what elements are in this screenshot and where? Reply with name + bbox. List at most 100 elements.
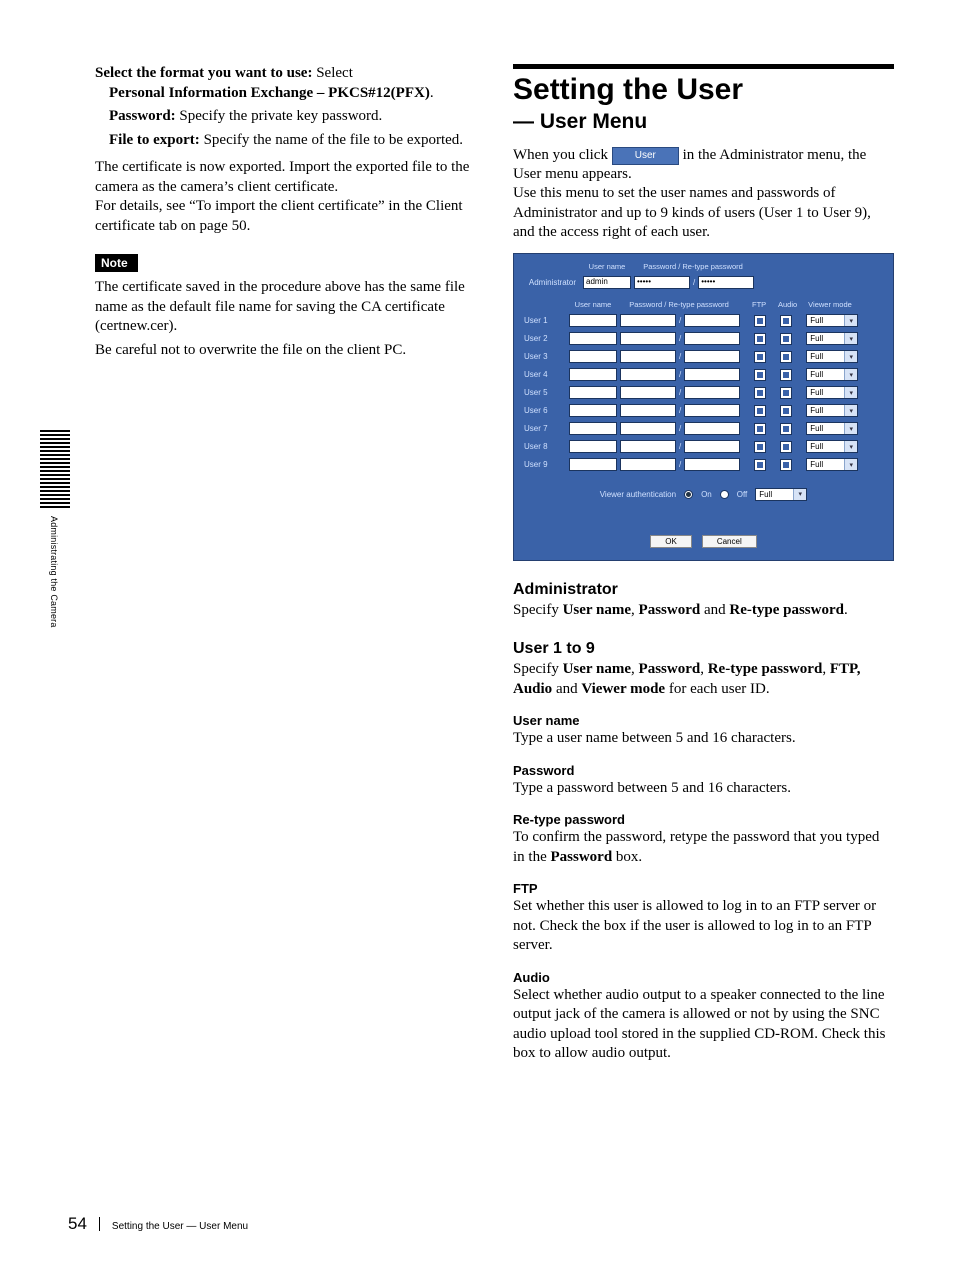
viewer-mode-select[interactable]: Full▾ <box>806 332 858 345</box>
ftp-heading: FTP <box>513 881 894 896</box>
admin-password-input[interactable]: ••••• <box>634 276 690 289</box>
user-menu-panel: User name Password / Re-type password Ad… <box>513 253 894 561</box>
user-row: User 8/Full▾ <box>524 438 883 456</box>
user-password2-input[interactable] <box>684 386 740 399</box>
audio-checkbox[interactable] <box>780 441 792 453</box>
viewer-mode-select[interactable]: Full▾ <box>806 458 858 471</box>
password-heading: Password <box>513 763 894 778</box>
ok-button[interactable]: OK <box>650 535 692 548</box>
audio-checkbox[interactable] <box>780 405 792 417</box>
user-username-input[interactable] <box>569 404 617 417</box>
audio-checkbox[interactable] <box>780 351 792 363</box>
user-password2-input[interactable] <box>684 404 740 417</box>
audio-checkbox[interactable] <box>780 369 792 381</box>
admin-username-input[interactable]: admin <box>583 276 631 289</box>
audio-checkbox[interactable] <box>780 333 792 345</box>
user-username-input[interactable] <box>569 458 617 471</box>
note-para-2: Be careful not to overwrite the file on … <box>95 341 475 361</box>
chevron-down-icon: ▾ <box>844 459 857 470</box>
chevron-down-icon: ▾ <box>844 387 857 398</box>
user-password-input[interactable] <box>620 404 676 417</box>
user-username-input[interactable] <box>569 422 617 435</box>
viewer-auth-mode-select[interactable]: Full ▾ <box>755 488 807 501</box>
viewer-mode-select[interactable]: Full▾ <box>806 386 858 399</box>
side-tab-bars <box>40 430 70 510</box>
user-password2-input[interactable] <box>684 440 740 453</box>
intro-para-2: Use this menu to set the user names and … <box>513 184 894 243</box>
user-password-input[interactable] <box>620 314 676 327</box>
admin-row: Administrator admin ••••• / ••••• <box>524 274 883 292</box>
hdr-username: User name <box>583 262 631 274</box>
user-username-input[interactable] <box>569 368 617 381</box>
note-para-1: The certificate saved in the procedure a… <box>95 278 475 337</box>
chevron-down-icon: ▾ <box>844 351 857 362</box>
audio-checkbox[interactable] <box>780 387 792 399</box>
admin-password2-input[interactable]: ••••• <box>698 276 754 289</box>
hdr-viewer-mode: Viewer mode <box>804 300 856 312</box>
user-password2-input[interactable] <box>684 332 740 345</box>
ftp-checkbox[interactable] <box>754 405 766 417</box>
viewer-auth-on-radio[interactable] <box>684 490 693 499</box>
user-password-input[interactable] <box>620 332 676 345</box>
hdr-audio: Audio <box>778 300 790 312</box>
user-username-input[interactable] <box>569 386 617 399</box>
viewer-mode-select[interactable]: Full▾ <box>806 404 858 417</box>
user-username-input[interactable] <box>569 314 617 327</box>
user-label: User 1 <box>524 316 566 325</box>
see-details-para: For details, see “To import the client c… <box>95 197 475 236</box>
ftp-checkbox[interactable] <box>754 459 766 471</box>
user-row: User 7/Full▾ <box>524 420 883 438</box>
user-row: User 5/Full▾ <box>524 384 883 402</box>
user-password-input[interactable] <box>620 422 676 435</box>
user-username-input[interactable] <box>569 440 617 453</box>
audio-checkbox[interactable] <box>780 459 792 471</box>
user-menu-button[interactable]: User <box>612 147 679 166</box>
page-number: 54 <box>68 1214 87 1234</box>
ftp-checkbox[interactable] <box>754 315 766 327</box>
viewer-auth-row: Viewer authentication On Off Full ▾ <box>524 488 883 501</box>
user-password2-input[interactable] <box>684 422 740 435</box>
user-password-input[interactable] <box>620 440 676 453</box>
username-para: Type a user name between 5 and 16 charac… <box>513 729 894 749</box>
viewer-auth-off-radio[interactable] <box>720 490 729 499</box>
ftp-checkbox[interactable] <box>754 351 766 363</box>
cancel-button[interactable]: Cancel <box>702 535 757 548</box>
users-para: Specify User name, Password, Re-type pas… <box>513 660 894 699</box>
user-password-input[interactable] <box>620 368 676 381</box>
ftp-checkbox[interactable] <box>754 333 766 345</box>
user-label: User 6 <box>524 406 566 415</box>
page-subtitle: — User Menu <box>513 110 894 134</box>
user-password-input[interactable] <box>620 350 676 363</box>
user-password-input[interactable] <box>620 458 676 471</box>
ftp-checkbox[interactable] <box>754 441 766 453</box>
chevron-down-icon: ▾ <box>844 441 857 452</box>
select-format-label: Select the format you want to use: <box>95 65 312 81</box>
audio-para: Select whether audio output to a speaker… <box>513 986 894 1064</box>
viewer-mode-select[interactable]: Full▾ <box>806 422 858 435</box>
user-password2-input[interactable] <box>684 368 740 381</box>
chevron-down-icon: ▾ <box>844 315 857 326</box>
note-label: Note <box>95 254 138 272</box>
user-password2-input[interactable] <box>684 350 740 363</box>
audio-checkbox[interactable] <box>780 315 792 327</box>
user-username-input[interactable] <box>569 332 617 345</box>
viewer-mode-select[interactable]: Full▾ <box>806 314 858 327</box>
user-username-input[interactable] <box>569 350 617 363</box>
user-password2-input[interactable] <box>684 314 740 327</box>
viewer-auth-on-label: On <box>701 490 712 499</box>
side-tab: Administrating the Camera <box>40 430 74 630</box>
user-password-input[interactable] <box>620 386 676 399</box>
ftp-checkbox[interactable] <box>754 369 766 381</box>
audio-checkbox[interactable] <box>780 423 792 435</box>
viewer-mode-select[interactable]: Full▾ <box>806 350 858 363</box>
ftp-checkbox[interactable] <box>754 423 766 435</box>
viewer-mode-select[interactable]: Full▾ <box>806 440 858 453</box>
ftp-para: Set whether this user is allowed to log … <box>513 897 894 956</box>
user-password2-input[interactable] <box>684 458 740 471</box>
user-label: User 3 <box>524 352 566 361</box>
ftp-checkbox[interactable] <box>754 387 766 399</box>
retype-heading: Re-type password <box>513 812 894 827</box>
audio-heading: Audio <box>513 970 894 985</box>
user-label: User 9 <box>524 460 566 469</box>
viewer-mode-select[interactable]: Full▾ <box>806 368 858 381</box>
